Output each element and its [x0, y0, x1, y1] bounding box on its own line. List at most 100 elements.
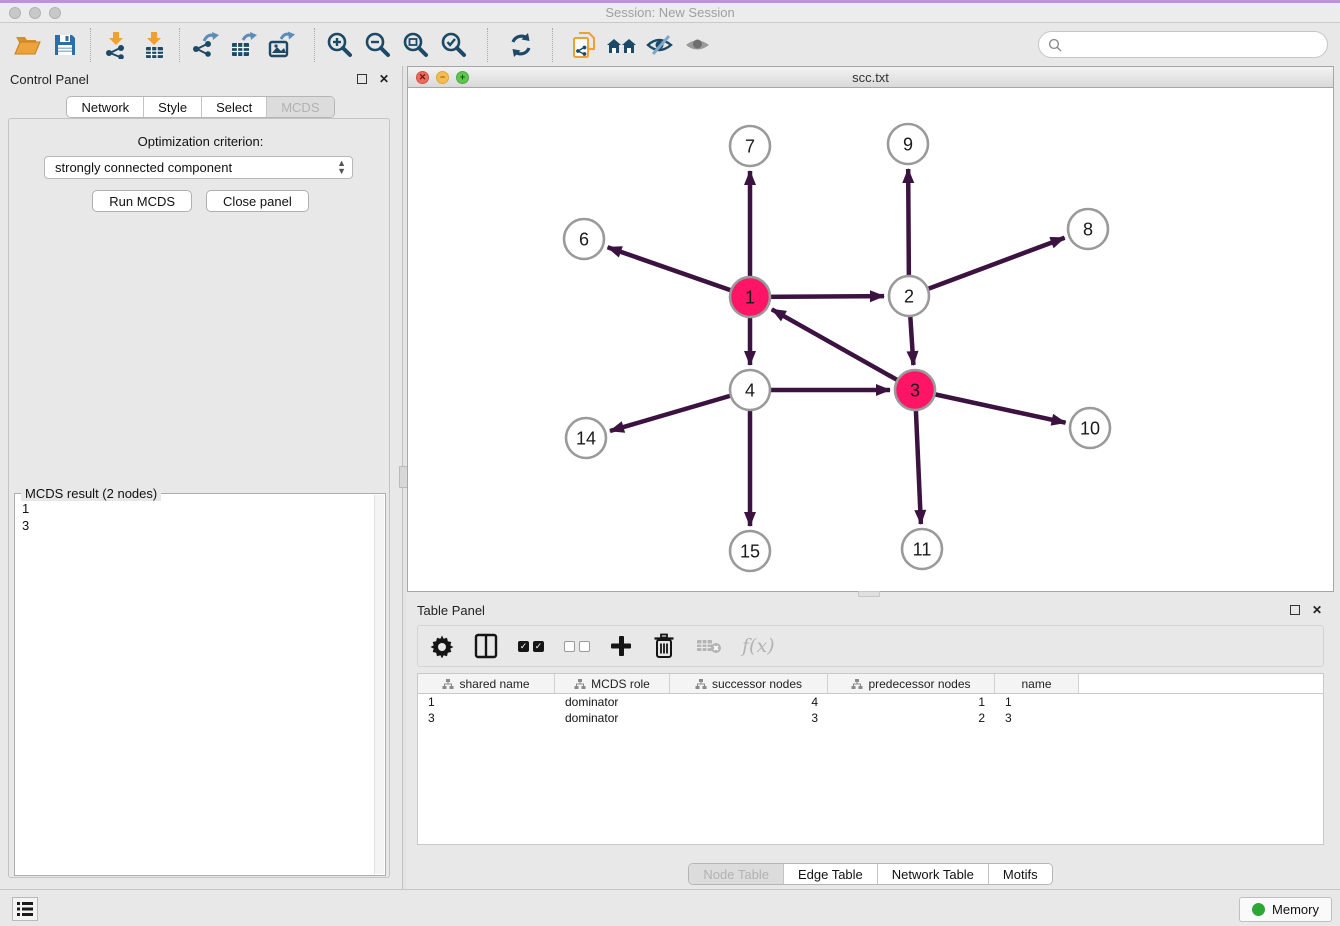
network-canvas[interactable]: 7968124314101511 [408, 88, 1333, 591]
graph-edge-1-6[interactable] [608, 247, 750, 297]
zoom-fit-icon[interactable] [397, 28, 435, 62]
graph-node-label-3: 3 [910, 380, 920, 400]
criterion-dropdown[interactable]: strongly connected component ▲▼ [44, 156, 353, 179]
task-history-button[interactable] [12, 897, 38, 921]
status-bar: Memory [0, 889, 1340, 926]
graph-node-label-4: 4 [745, 380, 755, 400]
float-panel-icon[interactable] [355, 72, 369, 86]
graph-node-label-14: 14 [576, 428, 596, 448]
search-input[interactable] [1067, 35, 1327, 55]
network-window-titlebar[interactable]: ✕ − + scc.txt [408, 67, 1333, 88]
mcds-result-text[interactable]: 1 3 [16, 498, 373, 874]
tab-select[interactable]: Select [201, 97, 266, 117]
close-panel-icon[interactable]: ✕ [377, 72, 391, 86]
toolbar-separator [90, 28, 91, 62]
close-table-panel-icon[interactable]: ✕ [1310, 603, 1324, 617]
import-table-icon[interactable] [135, 28, 173, 62]
mcds-result-group: MCDS result (2 nodes) 1 3 [14, 493, 386, 876]
export-network-icon[interactable] [186, 28, 224, 62]
titlebar[interactable]: Session: New Session [0, 3, 1340, 23]
table-cell[interactable]: 3 [670, 710, 828, 726]
graph-edge-3-1[interactable] [772, 309, 915, 390]
graph-edge-3-10[interactable] [915, 390, 1066, 423]
memory-status-dot [1252, 903, 1265, 916]
table-cell[interactable]: 2 [828, 710, 995, 726]
node-table[interactable]: shared nameMCDS rolesuccessor nodesprede… [417, 673, 1324, 845]
tab-mcds[interactable]: MCDS [266, 97, 333, 117]
run-mcds-button[interactable]: Run MCDS [92, 190, 192, 212]
save-icon[interactable] [46, 28, 84, 62]
toolbar-separator [487, 28, 488, 62]
show-all-eye-icon[interactable] [679, 28, 717, 62]
table-cell[interactable]: dominator [555, 694, 670, 710]
close-panel-button[interactable]: Close panel [206, 190, 309, 212]
graph-node-label-10: 10 [1080, 418, 1100, 438]
home-first-neighbors-icon[interactable] [603, 28, 641, 62]
graph-node-label-11: 11 [913, 539, 932, 559]
graph-node-label-7: 7 [745, 136, 755, 156]
table-cell[interactable]: 4 [670, 694, 828, 710]
table-row[interactable]: 3dominator323 [418, 710, 1323, 726]
copy-view-icon[interactable] [565, 28, 603, 62]
graph-edge-4-14[interactable] [610, 390, 750, 431]
table-cell[interactable]: 1 [828, 694, 995, 710]
add-column-icon[interactable] [610, 631, 632, 661]
memory-label: Memory [1272, 902, 1319, 917]
toolbar-separator [314, 28, 315, 62]
optimization-criterion-label: Optimization criterion: [0, 134, 401, 149]
zoom-out-icon[interactable] [359, 28, 397, 62]
network-graph: 7968124314101511 [408, 88, 1333, 591]
zoom-selected-icon[interactable] [435, 28, 473, 62]
dropdown-chevrons-icon: ▲▼ [337, 159, 346, 175]
toolbar-separator [179, 28, 180, 62]
deselect-all-rows-icon[interactable] [564, 631, 590, 661]
graph-node-label-1: 1 [745, 287, 755, 307]
column-header-predecessor-nodes[interactable]: predecessor nodes [828, 674, 995, 693]
mcds-result-scrollbar[interactable] [374, 495, 384, 874]
open-folder-icon[interactable] [8, 28, 46, 62]
table-settings-gear-icon[interactable] [430, 631, 454, 661]
table-cell[interactable]: dominator [555, 710, 670, 726]
graph-node-label-6: 6 [579, 229, 589, 249]
column-header-successor-nodes[interactable]: successor nodes [670, 674, 828, 693]
float-table-panel-icon[interactable] [1288, 603, 1302, 617]
tab-motifs[interactable]: Motifs [988, 864, 1052, 884]
control-panel-header: Control Panel ✕ [0, 66, 401, 92]
refresh-icon[interactable] [502, 28, 540, 62]
search-box[interactable] [1038, 31, 1328, 58]
tab-network-table[interactable]: Network Table [877, 864, 988, 884]
export-image-icon[interactable] [262, 28, 300, 62]
delete-column-trash-icon[interactable] [652, 631, 676, 661]
hide-selected-eye-icon[interactable] [641, 28, 679, 62]
table-cell[interactable]: 3 [995, 710, 1079, 726]
table-cell[interactable]: 1 [418, 694, 555, 710]
tab-style[interactable]: Style [143, 97, 201, 117]
table-row[interactable]: 1dominator411 [418, 694, 1323, 710]
graph-edge-2-8[interactable] [909, 238, 1065, 296]
select-all-rows-icon[interactable]: ✓✓ [518, 631, 544, 661]
zoom-in-icon[interactable] [321, 28, 359, 62]
graph-node-label-8: 8 [1083, 219, 1093, 239]
table-toolbar: ✓✓ [417, 625, 1324, 667]
memory-button[interactable]: Memory [1239, 897, 1332, 922]
export-table-icon[interactable] [224, 28, 262, 62]
table-panel: Table Panel ✕ ✓✓ [407, 597, 1334, 889]
column-header-shared-name[interactable]: shared name [418, 674, 555, 693]
table-tabs: Node Table Edge Table Network Table Moti… [407, 863, 1334, 885]
delete-table-icon [696, 631, 722, 661]
table-cell[interactable]: 1 [995, 694, 1079, 710]
column-header-name[interactable]: name [995, 674, 1079, 693]
show-column-panel-icon[interactable] [474, 631, 498, 661]
list-icon [16, 901, 34, 917]
main-toolbar [0, 23, 1340, 66]
column-header-MCDS-role[interactable]: MCDS role [555, 674, 670, 693]
network-title: scc.txt [408, 70, 1333, 85]
table-cell[interactable]: 3 [418, 710, 555, 726]
tab-network[interactable]: Network [67, 97, 143, 117]
import-network-icon[interactable] [97, 28, 135, 62]
tab-edge-table[interactable]: Edge Table [783, 864, 877, 884]
criterion-value: strongly connected component [55, 160, 232, 175]
table-panel-title: Table Panel [417, 603, 1280, 618]
tab-node-table[interactable]: Node Table [689, 864, 783, 884]
table-header-row: shared nameMCDS rolesuccessor nodesprede… [418, 674, 1323, 694]
